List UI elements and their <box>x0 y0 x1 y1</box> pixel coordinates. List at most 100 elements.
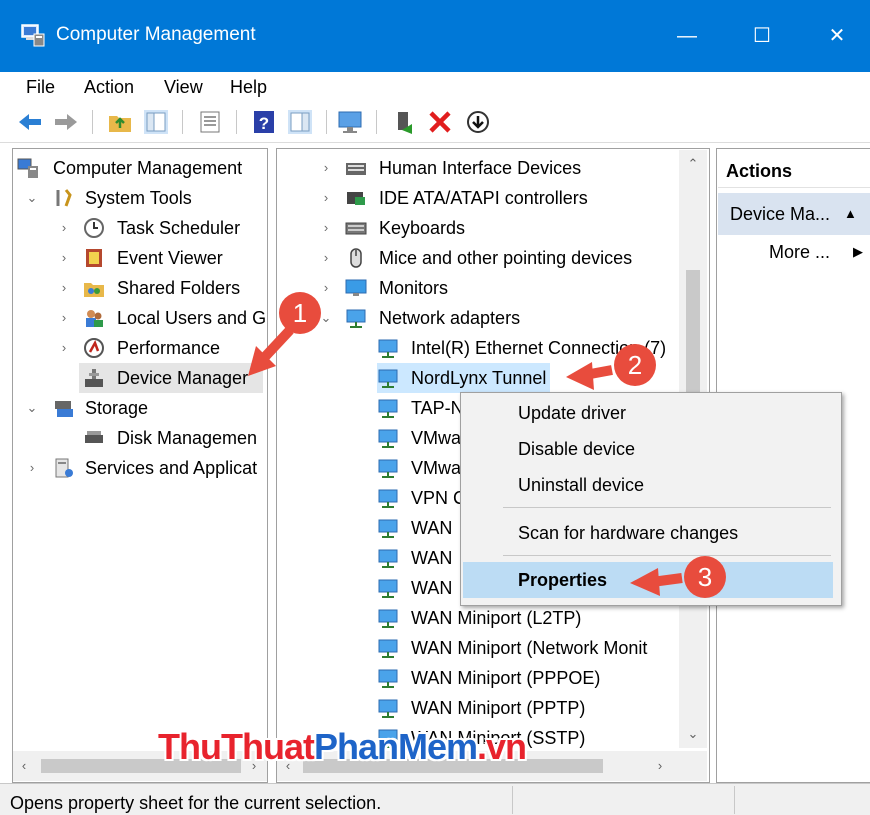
scroll-up-icon[interactable]: ⌃ <box>684 156 702 172</box>
services-icon <box>55 458 73 478</box>
chevron-right-icon[interactable]: › <box>319 183 333 213</box>
action-pane-icon[interactable] <box>286 108 314 136</box>
console-tree-pane: Computer Management ⌄ System Tools › Tas… <box>12 148 268 783</box>
toolbar-separator <box>326 110 327 134</box>
chevron-right-icon[interactable]: › <box>25 453 39 483</box>
network-adapter-item[interactable]: WAN Miniport (Network Monit <box>377 633 647 663</box>
device-category-monitors[interactable]: › Monitors <box>277 273 677 303</box>
tree-label: Task Scheduler <box>117 218 241 238</box>
collapse-up-icon[interactable]: ▲ <box>844 193 857 235</box>
device-category-keyboards[interactable]: › Keyboards <box>277 213 677 243</box>
toolbar-separator <box>236 110 237 134</box>
actions-more-label: More ... <box>769 242 831 262</box>
properties-icon[interactable] <box>196 108 224 136</box>
network-adapter-item[interactable]: WAN Miniport (L2TP) <box>377 603 581 633</box>
network-adapter-item[interactable]: WAN <box>377 543 452 573</box>
title-bar: Computer Management — ☐ ✕ <box>0 0 870 72</box>
network-adapter-item[interactable]: WAN <box>377 513 452 543</box>
chevron-down-icon[interactable]: ⌄ <box>25 393 39 423</box>
event-viewer-icon <box>86 249 102 267</box>
context-menu: Update driver Disable device Uninstall d… <box>460 392 842 606</box>
up-folder-icon[interactable] <box>106 108 134 136</box>
chevron-right-icon[interactable]: › <box>57 213 71 243</box>
toolbar-separator <box>92 110 93 134</box>
chevron-right-icon[interactable]: › <box>319 213 333 243</box>
actions-group-device-manager[interactable]: Device Ma... ▲ <box>718 193 870 235</box>
device-category-ide[interactable]: › IDE ATA/ATAPI controllers <box>277 183 677 213</box>
tree-label: Event Viewer <box>117 248 223 268</box>
network-adapter-icon <box>346 309 366 328</box>
device-category-network-adapters[interactable]: ⌄ Network adapters <box>277 303 677 333</box>
menu-item-disable-device[interactable]: Disable device <box>463 431 833 467</box>
network-adapter-label: NordLynx Tunnel <box>411 368 547 388</box>
device-category-mice[interactable]: › Mice and other pointing devices <box>277 243 677 273</box>
annotation-badge-1: 1 <box>279 292 321 334</box>
toolbar: ? <box>0 102 870 143</box>
chevron-down-icon[interactable]: ⌄ <box>319 303 333 333</box>
network-adapter-label: TAP-N <box>411 398 464 418</box>
device-category-label: Mice and other pointing devices <box>379 248 633 268</box>
network-adapter-item[interactable]: WAN Miniport (PPTP) <box>377 693 585 723</box>
device-category-label: IDE ATA/ATAPI controllers <box>379 188 588 208</box>
network-adapter-item[interactable]: VMwa <box>377 423 461 453</box>
network-adapter-item[interactable]: VPN C <box>377 483 466 513</box>
status-divider <box>734 786 735 814</box>
help-icon[interactable]: ? <box>250 108 278 136</box>
chevron-right-icon[interactable]: › <box>319 273 333 303</box>
uninstall-icon[interactable] <box>426 108 454 136</box>
network-adapter-item[interactable]: WAN <box>377 573 452 603</box>
hid-icon <box>346 163 366 175</box>
watermark: ThuThuatPhanMem.vn <box>158 726 527 768</box>
chevron-right-icon[interactable]: › <box>57 303 71 333</box>
chevron-down-icon[interactable]: ⌄ <box>25 183 39 213</box>
show-hide-tree-icon[interactable] <box>142 108 170 136</box>
minimize-button[interactable]: — <box>663 20 711 52</box>
submenu-arrow-icon: ▶ <box>853 244 863 259</box>
menu-item-update-driver[interactable]: Update driver <box>463 395 833 431</box>
enable-device-icon[interactable] <box>390 108 418 136</box>
tree-label: Shared Folders <box>117 278 241 298</box>
svg-text:?: ? <box>259 114 269 133</box>
network-adapter-item[interactable]: VMwa <box>377 453 461 483</box>
tree-label: Disk Managemen <box>117 428 258 448</box>
menu-help[interactable]: Help <box>230 72 267 102</box>
chevron-right-icon[interactable]: › <box>57 333 71 363</box>
watermark-part3: .vn <box>477 726 527 767</box>
storage-icon <box>55 401 73 417</box>
network-adapter-label: VMwa <box>411 428 462 448</box>
device-category-hid[interactable]: › Human Interface Devices <box>277 153 677 183</box>
menu-file[interactable]: File <box>26 72 55 102</box>
update-driver-icon[interactable] <box>464 108 492 136</box>
device-nordlynx-tunnel[interactable]: NordLynx Tunnel <box>377 363 551 393</box>
tree-item-device-manager[interactable]: Device Manager <box>79 363 263 393</box>
scroll-left-icon[interactable]: ‹ <box>15 758 33 773</box>
menu-separator <box>503 555 831 556</box>
menu-item-scan-hardware[interactable]: Scan for hardware changes <box>463 515 833 551</box>
menu-view[interactable]: View <box>164 72 203 102</box>
chevron-right-icon[interactable]: › <box>57 243 71 273</box>
back-icon[interactable] <box>16 108 44 136</box>
network-adapter-item[interactable]: TAP-N <box>377 393 464 423</box>
network-adapter-label: WAN <box>411 518 453 538</box>
network-adapter-icon <box>378 519 398 538</box>
forward-icon[interactable] <box>52 108 80 136</box>
scroll-right-icon[interactable]: › <box>651 758 669 773</box>
menu-item-uninstall-device[interactable]: Uninstall device <box>463 467 833 503</box>
actions-group-label: Device Ma... <box>730 204 831 224</box>
chevron-right-icon[interactable]: › <box>57 273 71 303</box>
network-adapter-label: WAN Miniport (PPTP) <box>411 698 586 718</box>
tree-label: Local Users and G <box>117 308 267 328</box>
chevron-right-icon[interactable]: › <box>319 153 333 183</box>
monitor-icon[interactable] <box>336 108 364 136</box>
network-adapter-item[interactable]: WAN Miniport (PPPOE) <box>377 663 600 693</box>
close-button[interactable]: ✕ <box>813 20 861 52</box>
menu-item-properties[interactable]: Properties <box>463 562 833 598</box>
tree-label: Performance <box>117 338 221 358</box>
network-adapter-label: VPN C <box>411 488 467 508</box>
scroll-down-icon[interactable]: ⌄ <box>684 726 702 742</box>
menu-action[interactable]: Action <box>84 72 134 102</box>
maximize-button[interactable]: ☐ <box>738 20 786 52</box>
users-icon <box>86 310 103 327</box>
actions-more[interactable]: More ... ▶ <box>769 237 863 267</box>
chevron-right-icon[interactable]: › <box>319 243 333 273</box>
